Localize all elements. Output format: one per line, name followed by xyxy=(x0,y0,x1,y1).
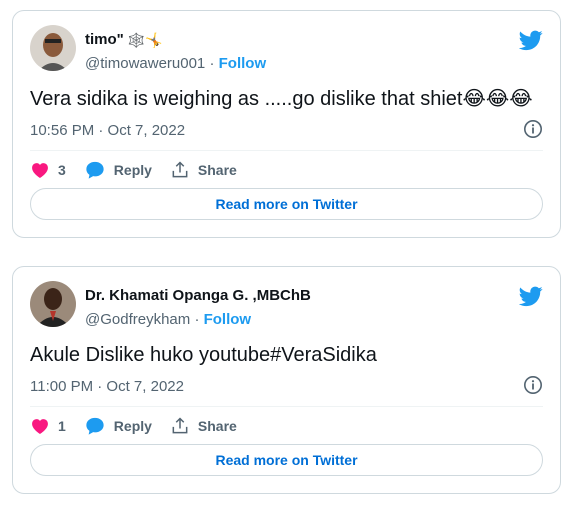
author-handle[interactable]: @Godfreykham xyxy=(85,311,190,328)
timestamp[interactable]: 10:56 PM · Oct 7, 2022 xyxy=(30,122,185,139)
share-button[interactable]: Share xyxy=(170,160,237,180)
author-name-text[interactable]: timo" xyxy=(85,30,124,50)
tweet-text-body: Akule Dislike huko youtube#VeraSidika xyxy=(30,344,377,366)
author-name[interactable]: Dr. Khamati Opanga G. ,MBChB xyxy=(85,286,311,306)
timestamp[interactable]: 11:00 PM · Oct 7, 2022 xyxy=(30,378,184,395)
twitter-bird-icon[interactable] xyxy=(519,28,543,52)
tweet-text: Akule Dislike huko youtube#VeraSidika xyxy=(30,341,377,369)
avatar[interactable] xyxy=(30,281,76,327)
author-name[interactable]: timo" 🕸️🤸 xyxy=(85,30,266,50)
reply-button[interactable]: Reply xyxy=(84,160,152,180)
tweet-text-body: Vera sidika is weighing as .....go disli… xyxy=(30,88,463,110)
separator: · xyxy=(209,55,215,72)
like-button[interactable]: 1 xyxy=(30,416,66,436)
read-more-button[interactable]: Read more on Twitter xyxy=(30,444,543,476)
divider xyxy=(30,406,543,407)
name-emoji: 🕸️🤸 xyxy=(127,32,163,48)
share-icon xyxy=(172,161,188,178)
reply-label: Reply xyxy=(113,162,152,178)
like-button[interactable]: 3 xyxy=(30,160,66,180)
info-icon[interactable] xyxy=(523,119,543,139)
heart-icon xyxy=(32,163,48,178)
separator: · xyxy=(194,311,200,328)
author-handle[interactable]: @timowaweru001 xyxy=(85,55,205,72)
share-label: Share xyxy=(197,418,237,434)
avatar[interactable] xyxy=(30,25,76,71)
share-button[interactable]: Share xyxy=(170,416,237,436)
reply-button[interactable]: Reply xyxy=(84,416,152,436)
twitter-bird-icon[interactable] xyxy=(519,284,543,308)
info-icon[interactable] xyxy=(523,375,543,395)
like-count: 3 xyxy=(58,162,66,178)
share-icon xyxy=(172,417,188,434)
tweet-card: timo" 🕸️🤸 @timowaweru001 · Follow Vera s… xyxy=(12,10,561,238)
reply-bubble-icon xyxy=(86,417,104,435)
share-label: Share xyxy=(197,162,237,178)
reply-label: Reply xyxy=(113,418,152,434)
divider xyxy=(30,150,543,151)
tweet-card: Dr. Khamati Opanga G. ,MBChB @Godfreykha… xyxy=(12,266,561,494)
follow-button[interactable]: Follow xyxy=(219,55,267,72)
heart-icon xyxy=(32,419,48,434)
reply-bubble-icon xyxy=(86,161,104,179)
follow-button[interactable]: Follow xyxy=(204,311,252,328)
author-name-text[interactable]: Dr. Khamati Opanga G. ,MBChB xyxy=(85,286,311,306)
like-count: 1 xyxy=(58,418,66,434)
read-more-button[interactable]: Read more on Twitter xyxy=(30,188,543,220)
tweet-emoji: 😂😂😂 xyxy=(462,88,533,110)
tweet-text: Vera sidika is weighing as .....go disli… xyxy=(30,85,533,113)
